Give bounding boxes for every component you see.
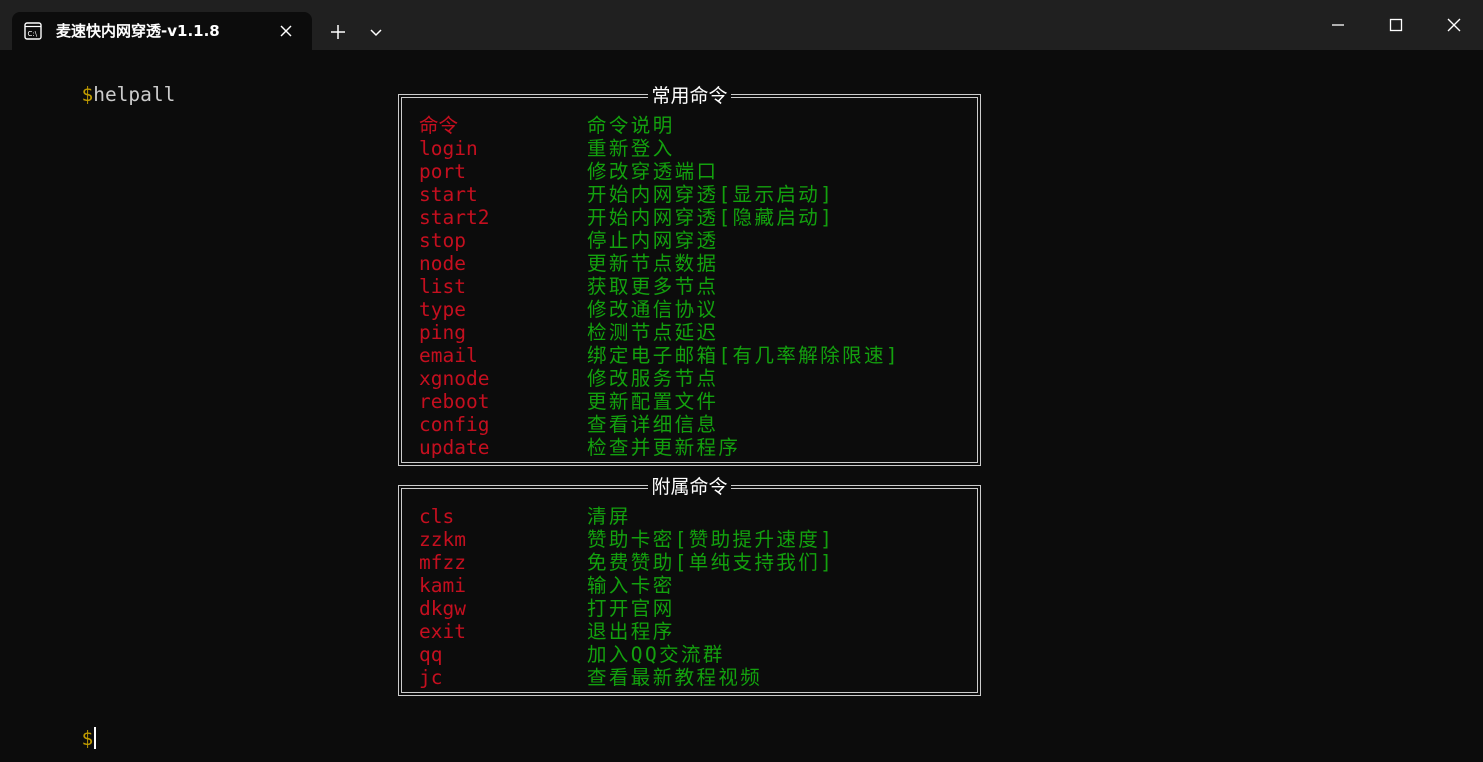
command-name: start2 [419, 206, 490, 229]
close-icon [1447, 18, 1461, 32]
prompt-symbol: $ [81, 83, 94, 106]
minimize-button[interactable] [1309, 0, 1367, 50]
terminal-tab[interactable]: C:\ 麦速快内网穿透-v1.1.8 [12, 12, 312, 50]
command-description: 停止内网穿透 [587, 229, 719, 252]
command-description: 加入QQ交流群 [587, 643, 725, 666]
command-name: node [419, 252, 466, 275]
maximize-button[interactable] [1367, 0, 1425, 50]
command-description: 重新登入 [587, 137, 675, 160]
command-name: update [419, 436, 490, 459]
box-title: 常用命令 [402, 84, 977, 107]
command-name: config [419, 413, 490, 436]
command-description: 查看最新教程视频 [587, 666, 763, 689]
command-description: 检测节点延迟 [587, 321, 719, 344]
command-name: 命令 [419, 114, 459, 137]
command-name: jc [419, 666, 443, 689]
extra-commands-box: 附属命令 cls 清屏 zzkm 赞助卡密[赞助提升速度] mfzz 免费赞助[单纯支持我… [398, 476, 981, 696]
command-description: 开始内网穿透[隐藏启动] [587, 206, 835, 229]
entered-command: helpall [93, 83, 176, 106]
extra-commands-title: 附属命令 [648, 476, 731, 498]
command-name: kami [419, 574, 466, 597]
command-description: 清屏 [587, 505, 631, 528]
command-name: zzkm [419, 528, 466, 551]
minimize-icon [1332, 24, 1344, 26]
command-name: mfzz [419, 551, 466, 574]
command-description: 查看详细信息 [587, 413, 719, 436]
command-name: email [419, 344, 478, 367]
close-tab-icon[interactable] [276, 21, 296, 41]
svg-text:C:\: C:\ [28, 30, 38, 38]
command-name: qq [419, 643, 443, 666]
input-prompt[interactable]: $ [11, 704, 97, 750]
terminal-window: C:\ 麦速快内网穿透-v1.1.8 $helpall 常用命令 命令 命令说明… [0, 0, 1483, 762]
tab-title: 麦速快内网穿透-v1.1.8 [56, 22, 220, 40]
command-name: dkgw [419, 597, 466, 620]
command-name: exit [419, 620, 466, 643]
close-window-button[interactable] [1425, 0, 1483, 50]
command-description: 命令说明 [587, 114, 675, 137]
prompt-symbol: $ [81, 727, 94, 750]
command-description: 更新节点数据 [587, 252, 719, 275]
command-description: 开始内网穿透[显示启动] [587, 183, 835, 206]
command-line: $helpall [11, 60, 175, 106]
command-description: 退出程序 [587, 620, 675, 643]
command-description: 更新配置文件 [587, 390, 719, 413]
terminal-output[interactable]: $helpall 常用命令 命令 命令说明 login 重新登入 port 修改穿透端口 s… [0, 50, 1483, 762]
title-bar[interactable]: C:\ 麦速快内网穿透-v1.1.8 [0, 0, 1483, 50]
command-description: 检查并更新程序 [587, 436, 741, 459]
command-name: cls [419, 505, 455, 528]
text-cursor [94, 727, 97, 749]
command-name: reboot [419, 390, 490, 413]
console-icon: C:\ [24, 22, 42, 40]
common-commands-box: 常用命令 命令 命令说明 login 重新登入 port 修改穿透端口 start 开始内网穿… [398, 85, 981, 466]
command-name: xgnode [419, 367, 490, 390]
command-name: ping [419, 321, 466, 344]
command-description: 打开官网 [587, 597, 675, 620]
command-name: login [419, 137, 478, 160]
command-name: stop [419, 229, 466, 252]
command-description: 赞助卡密[赞助提升速度] [587, 528, 835, 551]
command-name: start [419, 183, 478, 206]
command-description: 修改服务节点 [587, 367, 719, 390]
box-title: 附属命令 [402, 475, 977, 498]
new-tab-icon[interactable] [326, 20, 350, 44]
chevron-down-icon[interactable] [364, 20, 388, 44]
command-name: list [419, 275, 466, 298]
maximize-icon [1389, 18, 1403, 32]
command-description: 修改通信协议 [587, 298, 719, 321]
command-name: port [419, 160, 466, 183]
command-description: 输入卡密 [587, 574, 675, 597]
command-description: 修改穿透端口 [587, 160, 719, 183]
command-description: 获取更多节点 [587, 275, 719, 298]
common-commands-title: 常用命令 [648, 85, 731, 107]
command-name: type [419, 298, 466, 321]
command-description: 免费赞助[单纯支持我们] [587, 551, 835, 574]
command-description: 绑定电子邮箱[有几率解除限速] [587, 344, 900, 367]
